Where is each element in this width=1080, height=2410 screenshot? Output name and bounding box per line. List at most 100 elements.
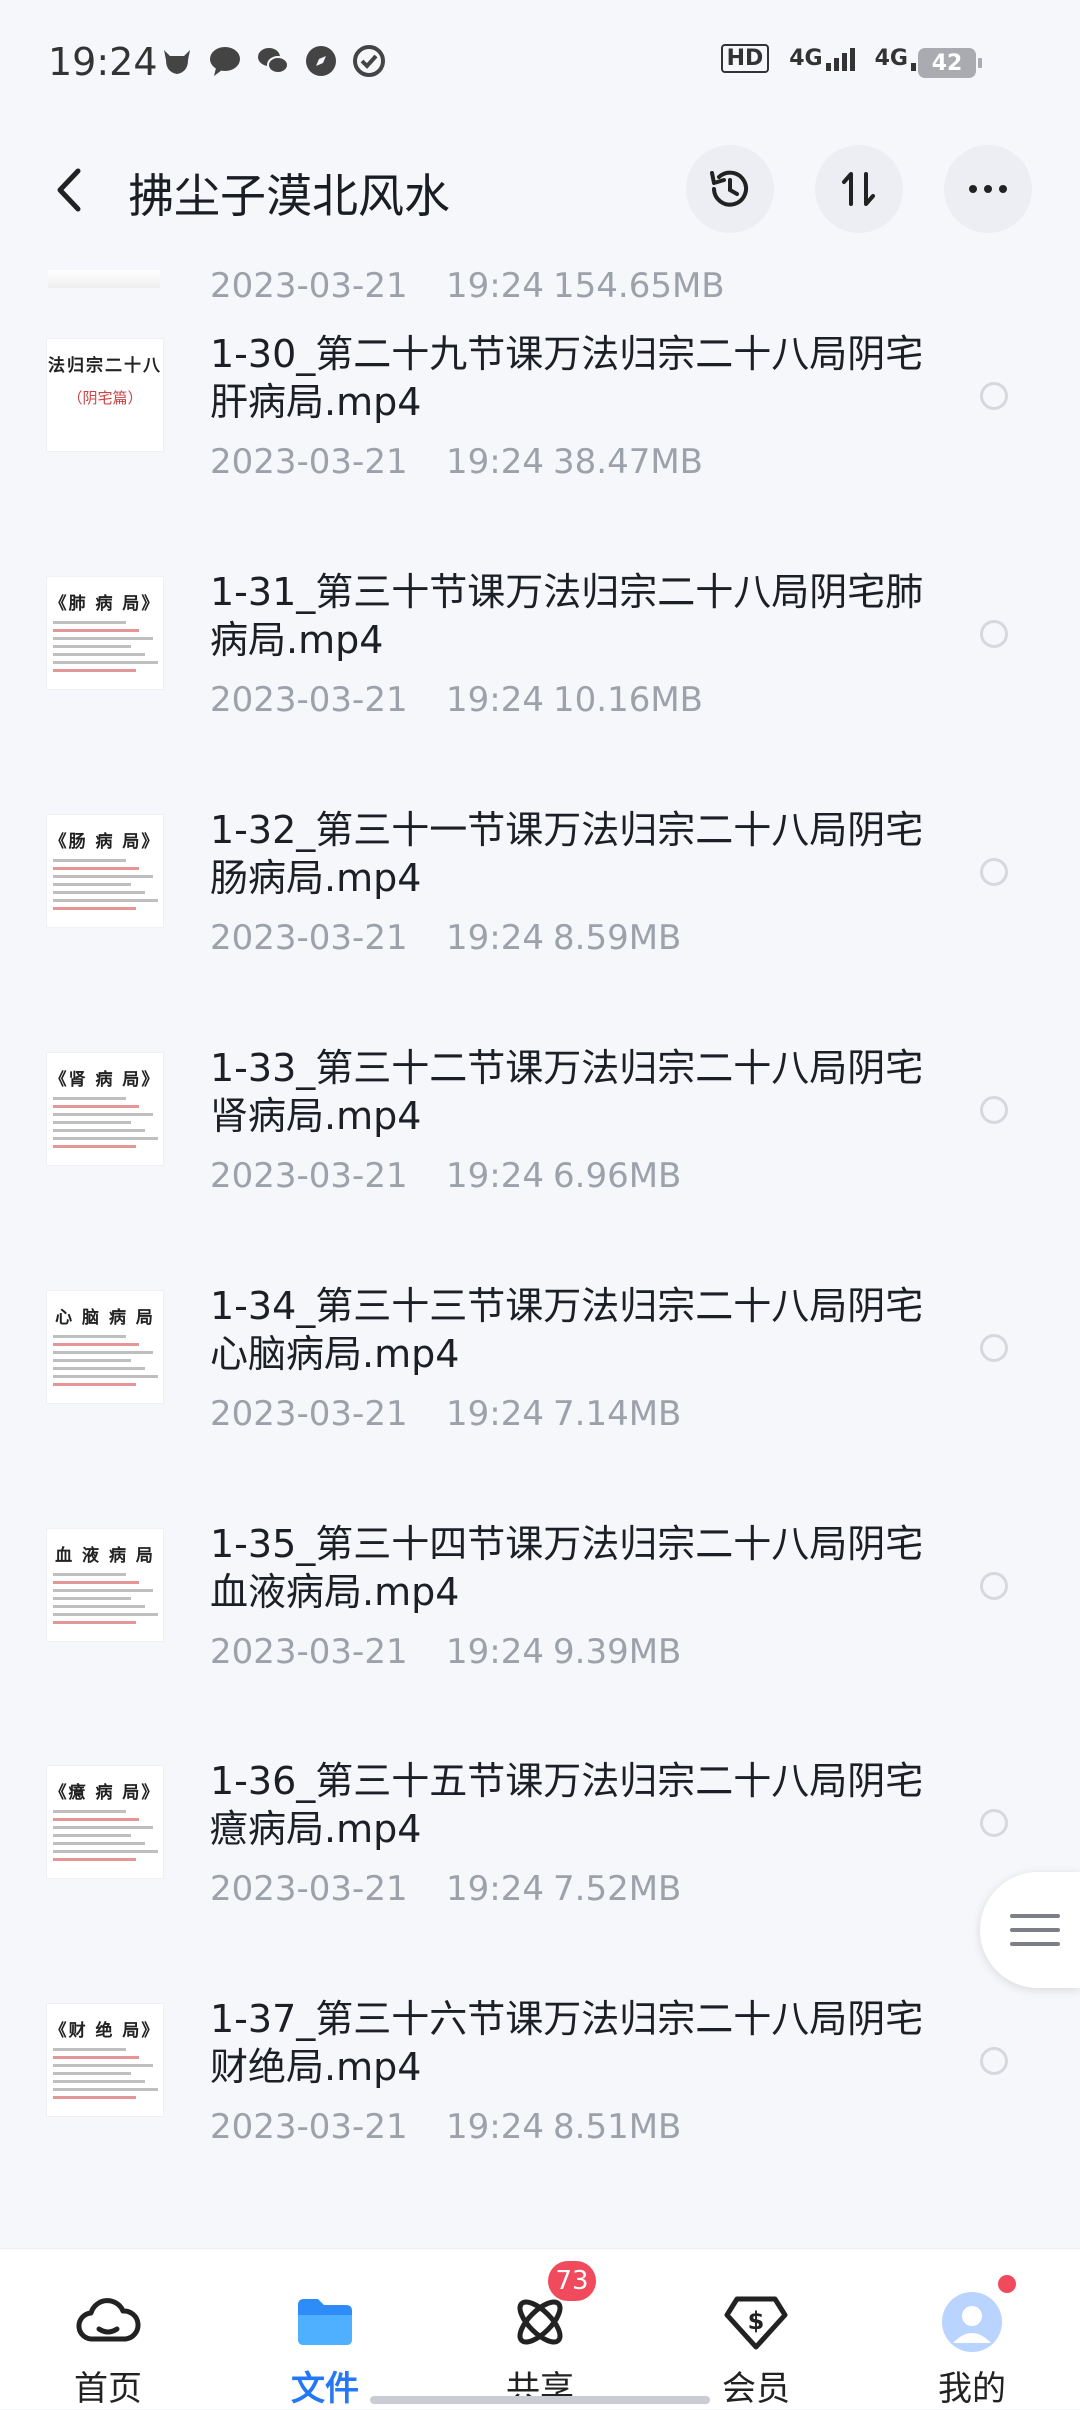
thumbnail-text-lines (53, 2048, 159, 2104)
file-date: 2023-03-21 (210, 1869, 408, 1910)
thumbnail-title: 法归宗二十八 (48, 356, 162, 376)
file-size: 10.16MB (553, 679, 703, 720)
more-icon (969, 185, 1007, 193)
thumbnail-text-lines (53, 1810, 159, 1866)
history-icon (710, 170, 748, 207)
file-date: 2023-03-21 (210, 266, 408, 306)
svg-text:$: $ (748, 2307, 765, 2335)
file-time: 19:24 (446, 917, 544, 958)
file-time: 19:24 (446, 442, 544, 482)
file-date: 2023-03-21 (210, 1631, 408, 1672)
folder-icon (298, 2299, 352, 2345)
file-name: 1-35_第三十四节课万法归宗二十八局阴宅血液病局.mp4 (210, 1521, 924, 1614)
file-size: 9.39MB (553, 1631, 682, 1672)
thumbnail-subtitle: （阴宅篇） (67, 389, 143, 407)
select-radio[interactable] (980, 1571, 1008, 1600)
list-item[interactable]: 法归宗二十八 （阴宅篇） 1-30_第二十九节课万法归宗二十八局阴宅肝病局.mp4 2… (0, 330, 1080, 568)
file-size: 154.65MB (553, 266, 725, 306)
sort-button[interactable] (815, 145, 903, 233)
status-indicators: HD 4G 4G (720, 44, 940, 73)
wechat-icon (258, 48, 289, 74)
thumbnail-title: 《癔 病 局》 (49, 1783, 161, 1804)
list-item[interactable]: 血 液 病 局 1-35_第三十四节课万法归宗二十八局阴宅血液病局.mp4 2023… (0, 1520, 1080, 1758)
thumbnail-title: 血 液 病 局 (55, 1545, 155, 1566)
file-size: 6.96MB (553, 1155, 682, 1196)
select-radio[interactable] (980, 1095, 1008, 1124)
nav-home[interactable]: 首页 (28, 2249, 188, 2409)
file-size: 8.59MB (553, 917, 682, 958)
file-name: 1-30_第二十九节课万法归宗二十八局阴宅肝病局.mp4 (210, 332, 924, 424)
file-date: 2023-03-21 (210, 917, 408, 958)
file-thumbnail: 法归宗二十八 （阴宅篇） (46, 338, 164, 452)
thumbnail-title: 《肺 病 局》 (49, 593, 161, 614)
network-type-1: 4G (789, 46, 823, 71)
list-item[interactable]: 心 脑 病 局 1-34_第三十三节课万法归宗二十八局阴宅心脑病局.mp4 2023… (0, 1282, 1080, 1520)
notification-dot (998, 2275, 1016, 2293)
thumbnail-title: 《肠 病 局》 (49, 831, 161, 852)
list-item[interactable]: 《肠 病 局》 1-32_第三十一节课万法归宗二十八局阴宅肠病局.mp4 2023-… (0, 806, 1080, 1044)
battery-indicator: 42 (918, 48, 982, 78)
file-date: 2023-03-21 (210, 1393, 408, 1434)
file-time: 19:24 (446, 1155, 544, 1196)
file-thumbnail: 心 脑 病 局 (46, 1289, 164, 1404)
thumbnail-title: 心 脑 病 局 (55, 1307, 155, 1328)
nav-label: 我的 (938, 2369, 1006, 2409)
chevron-left-icon[interactable] (50, 165, 90, 215)
file-thumbnail: 血 液 病 局 (46, 1527, 164, 1642)
file-date: 2023-03-21 (210, 1155, 408, 1196)
select-radio[interactable] (980, 2047, 1008, 2076)
compass-app-icon (306, 46, 336, 76)
file-size: 8.51MB (553, 2107, 682, 2148)
file-name: 1-32_第三十一节课万法归宗二十八局阴宅肠病局.mp4 (210, 807, 924, 900)
nav-label: 首页 (74, 2369, 142, 2409)
history-button[interactable] (686, 145, 774, 233)
file-time: 19:24 (446, 266, 544, 306)
file-date: 2023-03-21 (210, 679, 408, 720)
status-bar: 19:24 HD 4G 4G 42 (0, 0, 1080, 130)
file-name: 1-33_第三十二节课万法归宗二十八局阴宅肾病局.mp4 (210, 1045, 924, 1138)
file-name: 1-34_第三十三节课万法归宗二十八局阴宅心脑病局.mp4 (210, 1283, 924, 1376)
list-item[interactable]: 《癔 病 局》 1-36_第三十五节课万法归宗二十八局阴宅癔病局.mp4 2023-… (0, 1757, 1080, 1995)
bull-app-icon (164, 50, 190, 74)
file-time: 19:24 (446, 2107, 544, 2148)
select-radio[interactable] (980, 1333, 1008, 1362)
list-item-partial[interactable]: 2023-03-21 19:24 154.65MB (0, 250, 1080, 330)
header: 拂尘子漠北风水 (0, 130, 1080, 250)
list-item[interactable]: 《肾 病 局》 1-33_第三十二节课万法归宗二十八局阴宅肾病局.mp4 2023-… (0, 1044, 1080, 1282)
file-thumbnail: 《财 绝 局》 (46, 2003, 164, 2118)
thumbnail-text-lines (53, 858, 159, 915)
select-radio[interactable] (980, 382, 1008, 410)
signal-bars-icon (825, 48, 855, 71)
home-indicator (370, 2396, 710, 2404)
file-date: 2023-03-21 (210, 2107, 408, 2148)
notification-badge: 73 (548, 2261, 596, 2301)
file-thumbnail: 《肠 病 局》 (46, 813, 164, 928)
file-time: 19:24 (446, 1869, 544, 1910)
select-radio[interactable] (980, 857, 1008, 886)
file-name: 1-37_第三十六节课万法归宗二十八局阴宅财绝局.mp4 (210, 1997, 924, 2090)
hd-indicator: HD (720, 44, 770, 73)
page-title: 拂尘子漠北风水 (128, 169, 450, 223)
file-thumbnail: 《肺 病 局》 (46, 575, 164, 690)
file-thumbnail: 《癔 病 局》 (46, 1765, 164, 1880)
chat-bubble-icon (210, 47, 240, 76)
thumbnail-text-lines (53, 1334, 159, 1391)
nav-vip[interactable]: $ 会员 (676, 2249, 836, 2409)
more-button[interactable] (944, 145, 1032, 233)
status-time: 19:24 (48, 40, 158, 84)
cloud-home-icon (76, 2298, 141, 2342)
select-radio[interactable] (980, 619, 1008, 648)
list-item[interactable]: 《财 绝 局》 1-37_第三十六节课万法归宗二十八局阴宅财绝局.mp4 2023-… (0, 1995, 1080, 2233)
list-item[interactable]: 《肺 病 局》 1-31_第三十节课万法归宗二十八局阴宅肺病局.mp4 2023-0… (0, 568, 1080, 806)
sort-icon (842, 172, 875, 206)
nav-share[interactable]: 73 共享 (460, 2249, 620, 2409)
signal-1: 4G (789, 46, 855, 71)
file-size: 38.47MB (553, 442, 703, 482)
file-name: 1-31_第三十节课万法归宗二十八局阴宅肺病局.mp4 (210, 569, 924, 662)
nav-me[interactable]: 我的 (892, 2249, 1052, 2409)
file-size: 7.52MB (553, 1869, 682, 1910)
nav-files[interactable]: 文件 (245, 2249, 405, 2409)
select-radio[interactable] (980, 1809, 1008, 1838)
file-size: 7.14MB (553, 1393, 682, 1434)
file-thumbnail: 《肾 病 局》 (46, 1051, 164, 1166)
